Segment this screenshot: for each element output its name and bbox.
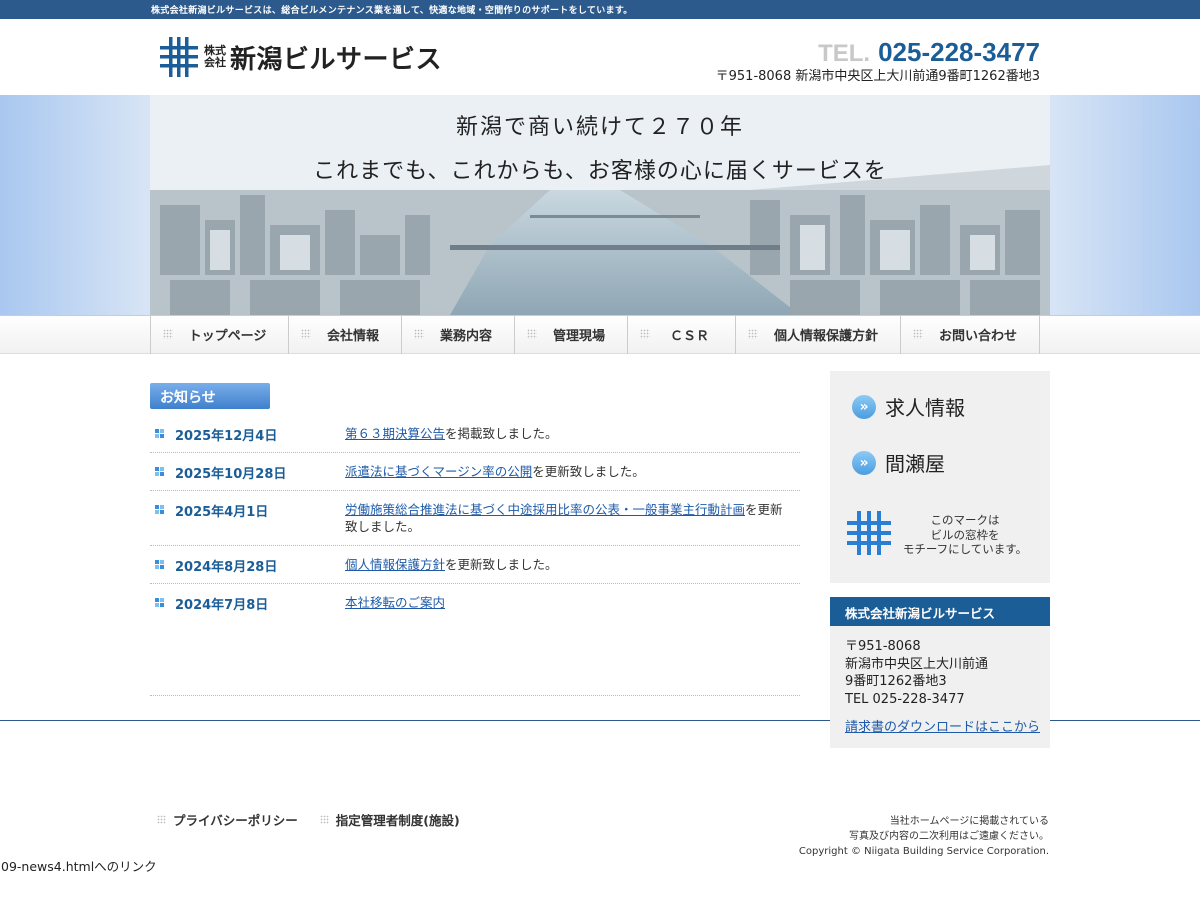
news-item: 2025年4月1日 労働施策総合推進法に基づく中途採用比率の公表・一般事業主行動… (150, 491, 800, 546)
news-bullet-icon (155, 429, 164, 438)
nav-item-privacy[interactable]: 個人情報保護方針 (736, 315, 901, 354)
top-tagline: 株式会社新潟ビルサービスは、総合ビルメンテナンス業を通して、快適な地域・空間作り… (151, 6, 633, 16)
footer-note-1: 当社ホームページに掲載されている (889, 816, 1049, 827)
news-date: 2025年12月4日 (175, 429, 278, 444)
news-bullet-icon (155, 598, 164, 607)
logo-company-name: 新潟ビルサービス (230, 44, 443, 75)
news-link[interactable]: 派遣法に基づくマージン率の公開 (345, 464, 532, 479)
news-date: 2025年10月28日 (175, 467, 287, 482)
nav-item-top[interactable]: トップページ (151, 315, 289, 354)
news-heading: お知らせ (150, 383, 270, 409)
news-suffix: を掲載致しました。 (445, 426, 558, 441)
nav-dot-icon (748, 329, 758, 339)
hero-subheadline: これまでも、これからも、お客様の心に届くサービスを (313, 159, 887, 184)
news-item: 2025年12月4日 第６３期決算公告を掲載致しました。 (150, 415, 800, 453)
news-item: 2024年7月8日 本社移転のご案内 (150, 584, 800, 621)
news-divider (150, 695, 800, 696)
double-chevron-right-icon: » (852, 394, 876, 419)
tel-label: TEL. (818, 40, 871, 67)
nav-item-csr[interactable]: ＣＳＲ (628, 315, 736, 354)
nav-item-company[interactable]: 会社情報 (289, 315, 402, 354)
browser-status-bar: 09-news4.htmlへのリンク (0, 856, 159, 875)
footer-link-privacy-policy[interactable]: プライバシーポリシー (155, 810, 298, 829)
news-date: 2024年8月28日 (175, 560, 278, 575)
sidebar-link-recruit[interactable]: » 求人情報 (852, 392, 965, 421)
news-bullet-icon (155, 505, 164, 514)
company-postal: 〒951-8068 (845, 639, 921, 654)
nav-dot-icon (163, 329, 173, 339)
news-bullet-icon (155, 467, 164, 476)
company-info-heading: 株式会社新潟ビルサービス (830, 597, 1050, 626)
nav-dot-icon (913, 329, 923, 339)
news-list: 2025年12月4日 第６３期決算公告を掲載致しました。 2025年10月28日… (150, 415, 800, 621)
nav-item-services[interactable]: 業務内容 (402, 315, 515, 354)
company-tel: TEL 025-228-3477 (845, 691, 965, 707)
window-mark-icon (847, 511, 891, 555)
footer-note-2: 写真及び内容の二次利用はご遠慮ください。 (849, 831, 1049, 842)
news-date: 2024年7月8日 (175, 598, 269, 613)
tel-number: 025-228-3477 (878, 37, 1040, 67)
footer-notice: 当社ホームページに掲載されている 写真及び内容の二次利用はご遠慮ください。 Co… (799, 814, 1049, 859)
footer-divider (1050, 720, 1200, 721)
hero-banner: 新潟で商い続けて２７０年 これまでも、これからも、お客様の心に届くサービスを (150, 95, 1050, 315)
footer-links: プライバシーポリシー 指定管理者制度(施設) (155, 810, 480, 829)
news-date: 2025年4月1日 (175, 505, 269, 520)
header-address: 〒951-8068 新潟市中央区上大川前通9番町1262番地3 (715, 69, 1040, 84)
company-address-2: 9番町1262番地3 (845, 674, 947, 689)
logo-window-mark-icon (160, 37, 198, 77)
footer-divider (0, 720, 830, 721)
invoice-download-link[interactable]: 請求書のダウンロードはここから (845, 719, 1040, 737)
top-tagline-bar: 株式会社新潟ビルサービスは、総合ビルメンテナンス業を通して、快適な地域・空間作り… (0, 0, 1200, 19)
nav-dot-icon (414, 329, 424, 339)
header-tel: TEL. 025-228-3477 (818, 37, 1040, 68)
news-item: 2025年10月28日 派遣法に基づくマージン率の公開を更新致しました。 (150, 453, 800, 491)
global-nav: トップページ 会社情報 業務内容 管理現場 ＣＳＲ 個人情報保護方針 お問い合わ… (150, 315, 1040, 354)
news-suffix: を更新致しました。 (532, 464, 645, 479)
double-chevron-right-icon: » (852, 450, 876, 475)
news-link[interactable]: 本社移転のご案内 (345, 595, 445, 610)
news-link[interactable]: 第６３期決算公告 (345, 426, 445, 441)
footer-dot-icon (157, 815, 166, 824)
news-suffix: を更新致しました。 (445, 557, 558, 572)
news-bullet-icon (155, 560, 164, 569)
sidebar-links-box: » 求人情報 » 間瀬屋 このマークは ビルの窓枠を モチーフにしています。 (830, 371, 1050, 583)
logo-corp-type: 株式 会社 (204, 44, 226, 69)
nav-dot-icon (527, 329, 537, 339)
mark-description: このマークは ビルの窓枠を モチーフにしています。 (902, 513, 1028, 556)
nav-item-sites[interactable]: 管理現場 (515, 315, 628, 354)
copyright: Copyright © Niigata Building Service Cor… (798, 846, 1049, 857)
news-link[interactable]: 個人情報保護方針 (345, 557, 445, 572)
sidebar-link-maseya[interactable]: » 間瀬屋 (852, 448, 945, 477)
footer-dot-icon (319, 815, 329, 824)
nav-dot-icon (301, 329, 311, 339)
company-info-box: 〒951-8068 新潟市中央区上大川前通 9番町1262番地3 TEL 025… (830, 626, 1050, 748)
hero-headline: 新潟で商い続けて２７０年 (455, 115, 744, 140)
news-item: 2024年8月28日 個人情報保護方針を更新致しました。 (150, 546, 800, 584)
site-logo[interactable]: 株式 会社 新潟ビルサービス (160, 37, 442, 77)
news-link[interactable]: 労働施策総合推進法に基づく中途採用比率の公表・一般事業主行動計画 (345, 502, 745, 517)
site-header: 株式 会社 新潟ビルサービス TEL. 025-228-3477 〒951-80… (0, 19, 1200, 95)
nav-item-contact[interactable]: お問い合わせ (901, 315, 1040, 354)
company-address-1: 新潟市中央区上大川前通 (845, 656, 989, 672)
nav-dot-icon (640, 329, 650, 339)
footer-link-designated-manager[interactable]: 指定管理者制度(施設) (318, 810, 460, 829)
